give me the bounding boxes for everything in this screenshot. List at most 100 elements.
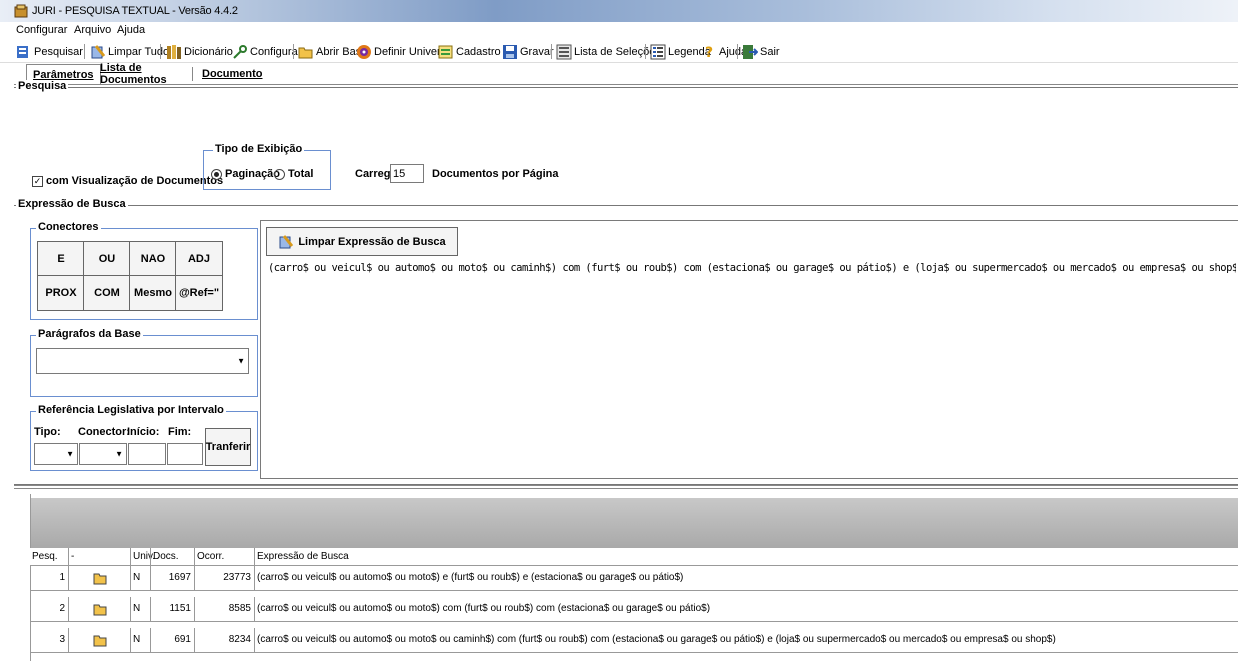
configure-icon — [233, 44, 247, 59]
search-icon — [17, 45, 28, 58]
legenda-button[interactable]: Legenda — [650, 43, 711, 60]
svg-text:?: ? — [705, 45, 713, 60]
col-univ-header[interactable]: Univ. — [130, 548, 155, 565]
menu-bar: Configurar Arquivo Ajuda — [0, 22, 1238, 39]
expression-textarea[interactable]: (carro$ ou veicul$ ou automo$ ou moto$ o… — [268, 262, 1236, 274]
sair-button[interactable]: Sair — [742, 43, 780, 60]
toolbar: Pesquisar Limpar Tudo Dicionário Configu… — [0, 40, 1238, 63]
menu-configurar[interactable]: Configurar — [16, 24, 67, 36]
exit-icon — [743, 44, 758, 59]
carregar-input[interactable]: 15 — [390, 164, 424, 183]
connector-nao-button[interactable]: NAO — [129, 241, 177, 277]
connector-ou-button[interactable]: OU — [83, 241, 131, 277]
limpar-expressao-button[interactable]: Limpar Expressão de Busca — [266, 227, 458, 256]
broom-icon — [91, 44, 106, 58]
row-univ: N — [130, 628, 150, 652]
col-pesq-header[interactable]: Pesq. — [30, 548, 68, 565]
tab-lista-documentos[interactable]: Lista de Documentos — [94, 62, 173, 86]
table-row[interactable]: 3 N 691 8234 (carro$ ou veicul$ ou autom… — [30, 628, 1238, 653]
conector-select[interactable]: ▼ — [79, 443, 127, 465]
gravar-button[interactable]: Gravar — [502, 43, 554, 60]
target-icon — [357, 44, 371, 59]
table-row[interactable]: 1 N 1697 23773 (carro$ ou veicul$ ou aut… — [30, 566, 1238, 591]
paginacao-label: Paginação — [225, 168, 281, 180]
inicio-label: Início: — [127, 426, 160, 438]
row-pesq: 2 — [59, 603, 65, 614]
pesquisar-button[interactable]: Pesquisar — [16, 43, 83, 60]
list-icon — [556, 44, 572, 59]
paginacao-radio[interactable]: Paginação — [211, 168, 280, 180]
expression-editor-panel — [260, 220, 1238, 479]
row-univ: N — [130, 566, 150, 590]
tab-underline — [14, 84, 1238, 85]
history-grid-header: Pesq. - Univ. Docs. Ocorr. Expressão de … — [30, 548, 1238, 566]
row-ocorr: 8585 — [194, 597, 254, 621]
tab-divider — [192, 67, 193, 81]
connector-e-button[interactable]: E — [37, 241, 85, 277]
pesquisa-label: Pesquisa — [16, 80, 69, 92]
connector-ref-button[interactable]: @Ref=" — [175, 275, 223, 311]
connector-prox-button[interactable]: PROX — [37, 275, 85, 311]
lista-selecoes-label: Lista de Seleções — [574, 45, 661, 58]
chevron-down-icon: ▼ — [237, 356, 245, 366]
total-radio[interactable]: Total — [274, 168, 313, 180]
paragrafos-label: Parágrafos da Base — [36, 328, 143, 340]
pesquisar-label: Pesquisar — [34, 45, 83, 58]
tipo-exibicao-label: Tipo de Exibição — [213, 143, 305, 155]
chevron-down-icon: ▼ — [66, 449, 74, 459]
legend-icon — [650, 44, 666, 59]
dicionario-label: Dicionário — [184, 45, 233, 58]
row-docs: 691 — [150, 628, 194, 652]
cadastro-button[interactable]: Cadastro — [438, 43, 501, 60]
limpar-expressao-label: Limpar Expressão de Busca — [298, 235, 446, 248]
window-title: JURI - PESQUISA TEXTUAL - Versão 4.4.2 — [32, 5, 238, 17]
col-icon-header[interactable]: - — [68, 548, 130, 565]
col-docs-header[interactable]: Docs. — [150, 548, 194, 565]
gravar-label: Gravar — [520, 45, 554, 58]
row-docs: 1151 — [150, 597, 194, 621]
row-univ: N — [130, 597, 150, 621]
transferir-button[interactable]: Tranferir — [205, 428, 251, 466]
row-expressao: (carro$ ou veicul$ ou automo$ ou moto$) … — [254, 597, 1238, 621]
limpar-tudo-button[interactable]: Limpar Tudo — [90, 43, 169, 60]
documentos-por-pagina-label: Documentos por Página — [432, 168, 559, 180]
row-docs: 1697 — [150, 566, 194, 590]
broom-icon — [279, 234, 294, 248]
cadastro-label: Cadastro — [456, 45, 501, 58]
tipo-select[interactable]: ▼ — [34, 443, 78, 465]
menu-ajuda[interactable]: Ajuda — [117, 24, 145, 36]
tab-parametros-label: Parâmetros — [33, 68, 94, 81]
radio-selected — [211, 168, 222, 180]
referencia-label: Referência Legislativa por Intervalo — [36, 404, 226, 416]
connector-adj-button[interactable]: ADJ — [175, 241, 223, 277]
row-icon-cell — [68, 566, 130, 590]
folder-open-icon — [298, 47, 313, 58]
chevron-down-icon: ▼ — [115, 449, 123, 459]
toolbar-separator — [160, 44, 161, 59]
col-ocorr-header[interactable]: Ocorr. — [194, 548, 254, 565]
visualizacao-checkbox[interactable]: ✓ com Visualização de Documentos — [32, 175, 223, 187]
splitter[interactable] — [14, 485, 1238, 489]
connector-com-button[interactable]: COM — [83, 275, 131, 311]
dicionario-button[interactable]: Dicionário — [166, 43, 233, 60]
total-label: Total — [288, 168, 314, 180]
table-row[interactable]: 2 N 1151 8585 (carro$ ou veicul$ ou auto… — [30, 597, 1238, 622]
paragrafos-select[interactable]: ▼ — [36, 348, 249, 374]
history-header-band — [30, 498, 1238, 548]
col-expressao-header[interactable]: Expressão de Busca — [254, 548, 1238, 565]
configurar-button[interactable]: Configurar — [232, 43, 301, 60]
books-icon — [167, 44, 181, 59]
sair-label: Sair — [760, 45, 780, 58]
tab-documento[interactable]: Documento — [196, 64, 269, 83]
menu-arquivo[interactable]: Arquivo — [74, 24, 111, 36]
ajuda-button[interactable]: ? Ajuda — [703, 43, 747, 60]
conectores-label: Conectores — [36, 221, 101, 233]
inicio-input[interactable] — [128, 443, 166, 465]
connector-mesmo-button[interactable]: Mesmo — [129, 275, 177, 311]
folder-icon — [93, 573, 106, 585]
help-icon: ? — [705, 45, 713, 60]
fim-input[interactable] — [167, 443, 203, 465]
expressao-label: Expressão de Busca — [16, 198, 128, 210]
visualizacao-label: com Visualização de Documentos — [46, 175, 224, 187]
row-pesq: 3 — [59, 634, 65, 645]
